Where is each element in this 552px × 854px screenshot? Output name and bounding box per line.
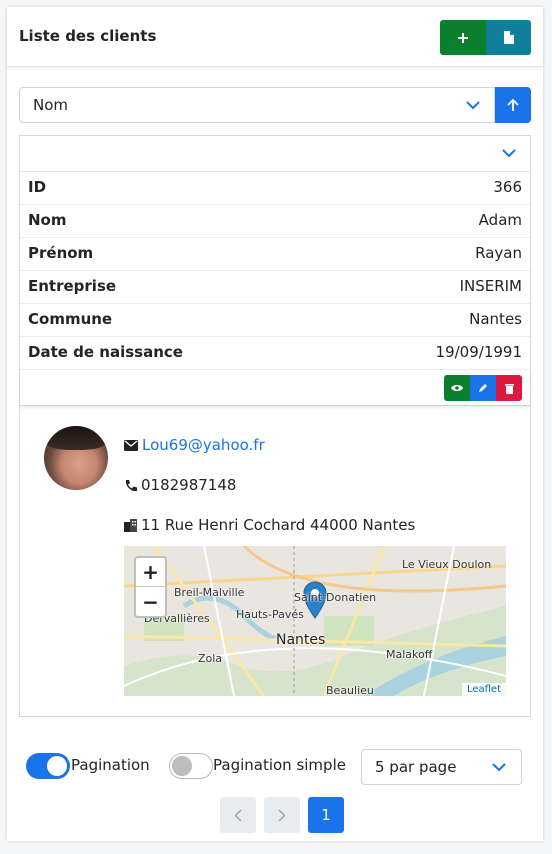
field-value: Adam	[478, 211, 522, 229]
edit-button[interactable]	[470, 375, 496, 401]
field-value: 19/09/1991	[435, 343, 522, 361]
toggle-knob	[172, 756, 192, 776]
delete-button[interactable]	[496, 375, 522, 401]
field-label: Date de naissance	[28, 343, 183, 361]
field-row-commune: Commune Nantes	[20, 304, 530, 337]
field-value: Rayan	[475, 244, 522, 262]
address-line: 11 Rue Henri Cochard 44000 Nantes	[124, 516, 415, 534]
field-value: INSERIM	[459, 277, 522, 295]
field-row-id: ID 366	[20, 172, 530, 205]
map-label: Hauts-Pavés	[236, 608, 304, 621]
toggle-knob	[47, 756, 67, 776]
sort-field-select[interactable]: Nom	[19, 87, 495, 123]
card-header: Liste des clients	[7, 7, 543, 67]
email-line: Lou69@yahoo.fr	[124, 436, 265, 454]
record-actions	[444, 375, 522, 401]
chevron-down-icon	[466, 101, 480, 110]
per-page-select[interactable]: 5 par page	[361, 749, 522, 785]
add-client-button[interactable]	[440, 20, 486, 55]
prev-page-button[interactable]	[220, 797, 256, 833]
chevron-right-icon	[278, 808, 286, 822]
address-text: 11 Rue Henri Cochard 44000 Nantes	[141, 516, 416, 534]
sort-field-value: Nom	[33, 96, 69, 114]
map-label: Nantes	[276, 632, 326, 648]
envelope-icon	[124, 439, 138, 451]
field-value: 366	[493, 178, 522, 196]
clients-card: Liste des clients Nom ID 366 Nom Adam Pr…	[7, 7, 543, 841]
sort-row: Nom	[19, 87, 531, 123]
map-label: Breil-Malville	[174, 586, 245, 599]
next-page-button[interactable]	[264, 797, 300, 833]
record-actions-bar	[20, 370, 530, 406]
map-label: Malakoff	[386, 648, 433, 661]
record-header	[20, 136, 530, 172]
location-map[interactable]: Le Vieux Doulon Breil-Malville Saint-Don…	[124, 546, 506, 696]
header-actions	[440, 20, 531, 55]
page-1-button[interactable]: 1	[308, 797, 344, 833]
map-label: Le Vieux Doulon	[402, 558, 492, 571]
zoom-out-button[interactable]: −	[136, 587, 165, 616]
export-button[interactable]	[485, 20, 531, 55]
page-title: Liste des clients	[19, 27, 157, 45]
email-link[interactable]: Lou69@yahoo.fr	[142, 436, 265, 454]
field-label: ID	[28, 178, 47, 196]
trash-icon	[504, 383, 514, 394]
simple-pagination-toggle[interactable]	[169, 753, 213, 779]
map-attribution-link[interactable]: Leaflet	[461, 683, 506, 696]
phone-line: 0182987148	[124, 476, 236, 494]
plus-icon	[457, 32, 468, 43]
map-label: Saint-Donatien	[294, 591, 377, 604]
zoom-in-button[interactable]: +	[136, 558, 165, 587]
map-label: Zola	[198, 652, 223, 665]
pagination-toggle[interactable]	[26, 753, 70, 779]
phone-icon	[125, 479, 137, 491]
chevron-left-icon	[234, 808, 242, 822]
client-record: ID 366 Nom Adam Prénom Rayan Entreprise …	[19, 135, 531, 717]
arrow-up-icon	[507, 98, 519, 111]
avatar	[44, 426, 108, 490]
view-button[interactable]	[444, 375, 470, 401]
field-row-date-naissance: Date de naissance 19/09/1991	[20, 337, 530, 370]
chevron-down-icon	[492, 763, 506, 772]
field-row-prenom: Prénom Rayan	[20, 238, 530, 271]
per-page-value: 5 par page	[375, 758, 457, 776]
field-label: Nom	[28, 211, 67, 229]
sort-direction-button[interactable]	[495, 87, 531, 123]
field-row-entreprise: Entreprise INSERIM	[20, 271, 530, 304]
map-zoom-control: + −	[134, 556, 167, 618]
pencil-icon	[479, 384, 487, 392]
pagination-label: Pagination	[71, 756, 150, 774]
field-row-nom: Nom Adam	[20, 205, 530, 238]
field-value: Nantes	[469, 310, 522, 328]
file-icon	[503, 31, 514, 44]
field-label: Entreprise	[28, 277, 117, 295]
eye-icon	[451, 385, 463, 391]
field-label: Prénom	[28, 244, 94, 262]
collapse-chevron-icon[interactable]	[502, 149, 516, 158]
building-icon	[124, 518, 137, 532]
phone-number: 0182987148	[141, 476, 237, 494]
map-label: Beaulieu	[326, 684, 374, 696]
simple-pagination-label: Pagination simple	[213, 756, 346, 774]
field-label: Commune	[28, 310, 113, 328]
